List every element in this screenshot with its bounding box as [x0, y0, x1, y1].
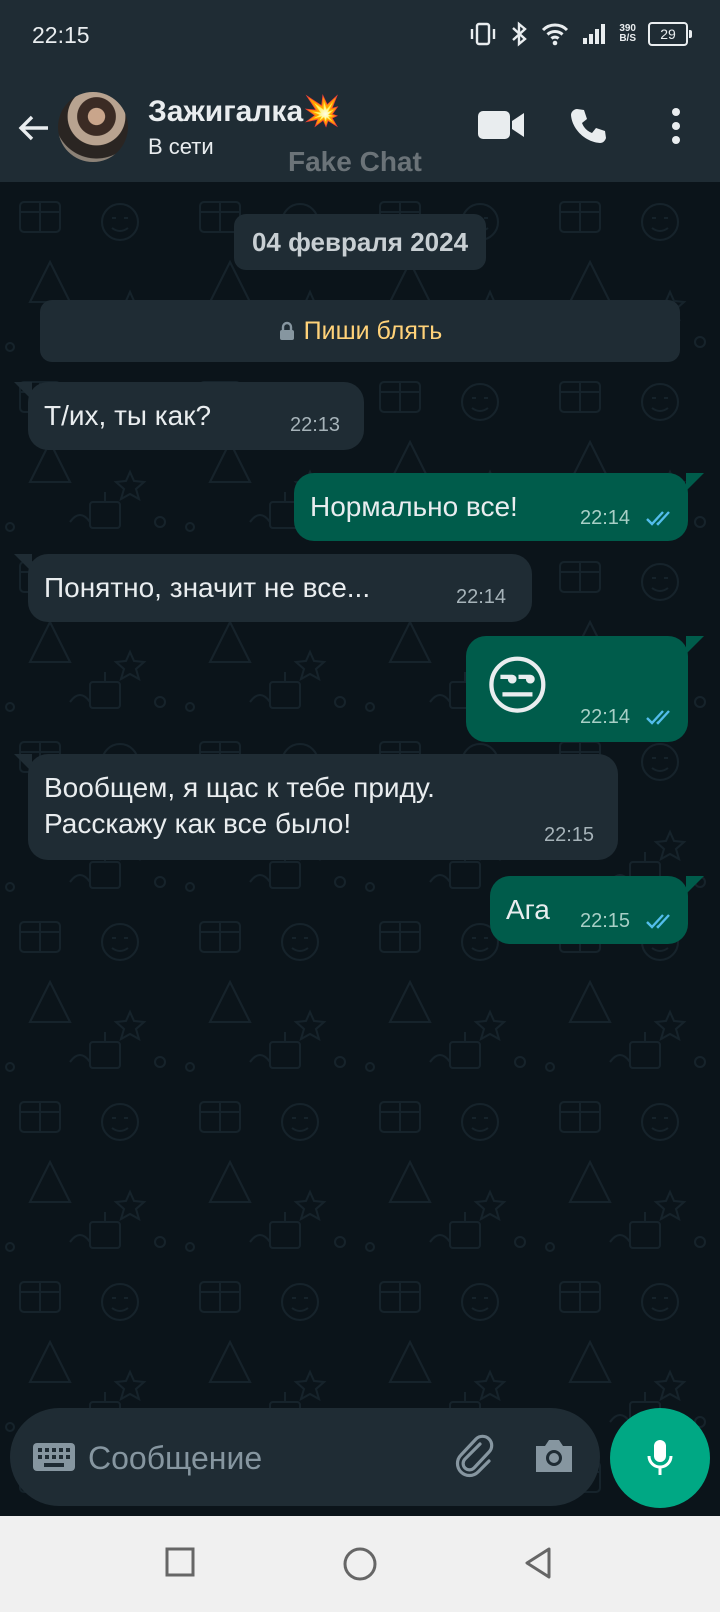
bluetooth-icon	[512, 21, 528, 47]
system-navigation-bar	[0, 1516, 720, 1612]
chat-header: Зажигалка💥 В сети Fake Chat	[0, 72, 720, 182]
read-receipt-icon	[646, 511, 670, 526]
vibrate-icon	[471, 22, 496, 46]
keyboard-icon[interactable]	[32, 1442, 76, 1472]
emoji-message: 😒	[484, 650, 551, 722]
back-arrow-icon[interactable]	[14, 108, 54, 148]
message-time: 22:15	[580, 910, 631, 932]
notice-text: Пиши блять	[303, 317, 443, 345]
camera-icon[interactable]	[532, 1436, 576, 1476]
back-nav-icon[interactable]	[522, 1546, 554, 1580]
battery-indicator: 29	[648, 22, 692, 46]
status-icons: 390 B/S 29	[469, 20, 692, 48]
message-text-line-1: Вообщем, я щас к тебе приду.	[44, 772, 435, 803]
message-bubble-outgoing[interactable]: Нормально все! 22:14	[294, 473, 688, 541]
fake-chat-watermark: Fake Chat	[288, 146, 422, 177]
wifi-icon	[542, 23, 569, 46]
message-time: 22:13	[290, 414, 341, 436]
message-composer	[10, 1408, 600, 1506]
voice-record-button[interactable]	[610, 1408, 710, 1508]
voice-call-icon[interactable]	[568, 106, 608, 146]
network-speed: 390 B/S	[619, 24, 636, 44]
message-text: Понятно, значит не все...	[44, 572, 371, 603]
message-bubble-incoming[interactable]: Понятно, значит не все... 22:14	[28, 554, 532, 622]
message-text: Т/их, ты как?	[44, 400, 212, 431]
read-receipt-icon	[646, 710, 670, 725]
bubble-tail	[686, 473, 704, 491]
status-time: 22:15	[32, 22, 90, 48]
message-bubble-incoming[interactable]: Т/их, ты как? 22:13	[28, 382, 364, 450]
message-text-line-2: Расскажу как все было!	[44, 808, 352, 839]
attach-icon[interactable]	[452, 1434, 496, 1478]
message-bubble-outgoing[interactable]: Ага 22:15	[490, 876, 688, 944]
lock-icon	[279, 321, 294, 340]
encryption-notice[interactable]: Пиши блять	[40, 300, 680, 362]
message-time: 22:14	[580, 706, 631, 728]
contact-status: В сети	[148, 134, 214, 159]
bubble-tail	[686, 876, 704, 894]
status-bar: 22:15 390 B/S 29	[0, 0, 720, 72]
signal-icon	[583, 24, 606, 44]
avatar[interactable]	[58, 92, 128, 162]
home-icon[interactable]	[342, 1546, 378, 1582]
network-speed-unit: B/S	[619, 33, 636, 44]
recent-apps-icon[interactable]	[164, 1546, 196, 1578]
message-bubble-incoming[interactable]: Вообщем, я щас к тебе приду. Расскажу ка…	[28, 754, 618, 860]
message-input[interactable]	[86, 1432, 430, 1484]
microphone-icon	[647, 1440, 673, 1475]
message-bubble-outgoing[interactable]: 😒 22:14	[466, 636, 688, 742]
message-text: Нормально все!	[310, 491, 518, 522]
bubble-tail	[686, 636, 704, 654]
message-time: 22:14	[580, 507, 631, 529]
message-time: 22:15	[544, 824, 595, 846]
message-text: Ага	[506, 894, 550, 925]
more-vert-icon[interactable]	[666, 106, 686, 146]
video-call-icon[interactable]	[476, 108, 526, 142]
chat-area[interactable]: 04 февраля 2024 Пиши блять Т/их, ты как?…	[0, 182, 720, 1514]
date-chip: 04 февраля 2024	[234, 214, 486, 270]
read-receipt-icon	[646, 914, 670, 929]
contact-name[interactable]: Зажигалка💥	[148, 94, 340, 129]
message-time: 22:14	[456, 586, 507, 608]
